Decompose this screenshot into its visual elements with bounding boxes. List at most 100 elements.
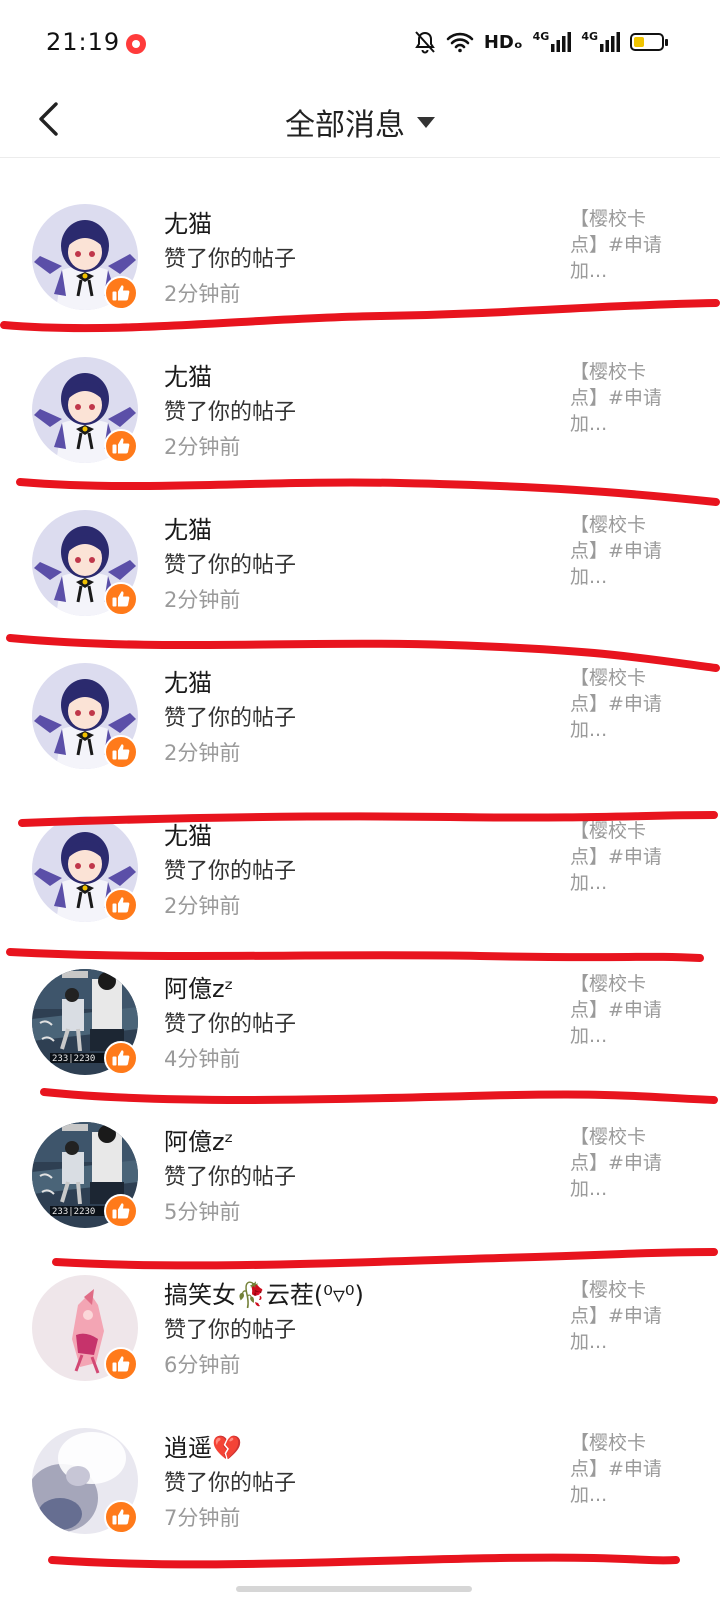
notification-row[interactable]: 尢猫赞了你的帖子 2分钟前 【樱校卡点】#申请加...	[0, 786, 720, 939]
like-badge	[104, 888, 138, 922]
post-preview-line: 加...	[570, 260, 608, 282]
timestamp: 6分钟前	[164, 1353, 241, 1377]
message-filter-dropdown[interactable]: 全部消息	[0, 86, 720, 158]
battery-level	[634, 37, 644, 47]
notification-row[interactable]: 233|2230 阿億zᶻ 赞了你的帖子 5分钟前 【樱校卡 点】#申请 加...	[0, 1092, 720, 1245]
thumbs-up-icon	[112, 1356, 130, 1372]
post-preview-line: 【樱校卡	[570, 1432, 647, 1454]
timestamp: 2分钟前	[164, 282, 241, 306]
home-indicator[interactable]	[236, 1586, 472, 1592]
user-name[interactable]: 逍遥💔	[164, 1428, 242, 1463]
net-type-label: 4G	[532, 29, 550, 43]
thumbs-up-icon	[112, 1203, 130, 1219]
post-preview[interactable]: 【樱校卡 点】#申请 加...	[570, 971, 670, 1049]
notification-list: 尢猫 赞了你的帖子 2分钟前 【樱校卡 点】#申请 加... 尢猫 赞了你的帖子 2分钟前 【樱校…	[0, 174, 720, 1551]
post-preview-line: 加...	[570, 1025, 608, 1047]
hd-icon: HDₒ	[483, 31, 523, 53]
user-name[interactable]: 阿億zᶻ	[164, 1122, 233, 1157]
timestamp: 7分钟前	[164, 1506, 241, 1530]
post-preview-line: 加...	[570, 719, 608, 741]
page-title: 全部消息	[285, 108, 405, 143]
action-text: 赞了你的帖子	[164, 553, 297, 578]
thumbs-up-icon	[112, 1509, 130, 1525]
post-preview[interactable]: 【樱校卡点】#申请加...	[570, 1430, 670, 1508]
like-badge	[104, 582, 138, 616]
action-text: 赞了你的帖子	[164, 1471, 297, 1496]
post-preview-line: 点】#申请	[570, 1458, 662, 1480]
user-name[interactable]: 尢猫	[164, 357, 212, 392]
timestamp: 2分钟前	[164, 435, 241, 459]
post-preview-line: 点】#申请	[570, 693, 662, 715]
caret-down-icon	[417, 116, 435, 128]
post-preview-line: 【樱校卡	[570, 1126, 647, 1148]
net-type-label: 4G	[581, 29, 598, 43]
mute-bell-icon	[414, 28, 436, 56]
signal-icon: 4G	[533, 28, 572, 56]
user-name[interactable]: 尢猫	[164, 204, 212, 239]
action-text: 赞了你的帖子	[164, 859, 297, 884]
post-preview-line: 点】#申请	[570, 234, 662, 256]
nav-bar: 全部消息	[0, 86, 720, 158]
post-preview[interactable]: 【樱校卡 点】#申请 加...	[570, 1277, 670, 1355]
post-preview[interactable]: 【樱校卡 点】#申请 加...	[570, 512, 670, 590]
post-preview-line: 加...	[570, 1484, 608, 1506]
post-preview-line: 点】#申请	[570, 999, 662, 1021]
action-text: 赞了你的帖子	[164, 1318, 297, 1343]
user-name[interactable]: 搞笑女🥀云茬(⁰▿⁰)	[164, 1275, 364, 1310]
notification-row[interactable]: 233|2230 阿億zᶻ 赞了你的帖子 4分钟前 【樱校卡 点】#申请 加...	[0, 939, 720, 1092]
post-preview-line: 点】#申请	[570, 540, 662, 562]
post-preview-line: 【樱校卡	[570, 1279, 647, 1301]
status-icons: HDₒ 4G 4G	[414, 28, 668, 56]
thumbs-up-icon	[112, 285, 130, 301]
timestamp: 4分钟前	[164, 1047, 241, 1071]
post-preview-line: 点】#申请	[570, 1152, 662, 1174]
battery-icon	[630, 33, 668, 51]
post-preview-line: 点】#申请	[570, 387, 662, 409]
red-mark	[48, 1553, 680, 1569]
status-bar: 21:19 HDₒ 4G 4G	[0, 0, 720, 86]
wifi-icon	[446, 28, 474, 56]
like-badge	[104, 1500, 138, 1534]
post-preview-line: 【樱校卡	[570, 208, 647, 230]
timestamp: 2分钟前	[164, 894, 241, 918]
user-name[interactable]: 尢猫	[164, 510, 212, 545]
record-icon	[126, 34, 146, 54]
like-badge	[104, 429, 138, 463]
user-name[interactable]: 阿億zᶻ	[164, 969, 233, 1004]
notification-row[interactable]: 尢猫赞了你的帖子 2分钟前 【樱校卡点】#申请加...	[0, 633, 720, 786]
notification-row[interactable]: 逍遥💔 赞了你的帖子 7分钟前 【樱校卡点】#申请加...	[0, 1398, 720, 1551]
post-preview-line: 加...	[570, 413, 608, 435]
post-preview[interactable]: 【樱校卡点】#申请加...	[570, 206, 670, 284]
user-name[interactable]: 尢猫	[164, 663, 212, 698]
action-text: 赞了你的帖子	[164, 400, 297, 425]
action-text: 赞了你的帖子	[164, 706, 297, 731]
post-preview-line: 【樱校卡	[570, 820, 647, 842]
like-badge	[104, 1347, 138, 1381]
post-preview-line: 加...	[570, 1178, 608, 1200]
thumbs-up-icon	[112, 1050, 130, 1066]
notification-row[interactable]: 搞笑女🥀云茬(⁰▿⁰) 赞了你的帖子 6分钟前 【樱校卡 点】#申请 加...	[0, 1245, 720, 1398]
post-preview-line: 加...	[570, 872, 608, 894]
status-time: 21:19	[46, 28, 121, 56]
post-preview[interactable]: 【樱校卡点】#申请加...	[570, 818, 670, 896]
notification-row[interactable]: 尢猫 赞了你的帖子 2分钟前 【樱校卡 点】#申请 加...	[0, 174, 720, 327]
like-badge	[104, 735, 138, 769]
notification-row[interactable]: 尢猫 赞了你的帖子 2分钟前 【樱校卡 点】#申请 加...	[0, 327, 720, 480]
post-preview-line: 点】#申请	[570, 846, 662, 868]
thumbs-up-icon	[112, 744, 130, 760]
thumbs-up-icon	[112, 591, 130, 607]
post-preview[interactable]: 【樱校卡点】#申请加...	[570, 665, 670, 743]
like-badge	[104, 1194, 138, 1228]
notification-row[interactable]: 尢猫 赞了你的帖子 2分钟前 【樱校卡 点】#申请 加...	[0, 480, 720, 633]
action-text: 赞了你的帖子	[164, 1012, 297, 1037]
post-preview[interactable]: 【樱校卡 点】#申请 加...	[570, 359, 670, 437]
like-badge	[104, 276, 138, 310]
back-button[interactable]	[28, 94, 68, 144]
post-preview-line: 【樱校卡	[570, 514, 647, 536]
like-badge	[104, 1041, 138, 1075]
post-preview-line: 【樱校卡	[570, 667, 647, 689]
timestamp: 2分钟前	[164, 741, 241, 765]
user-name[interactable]: 尢猫	[164, 816, 212, 851]
post-preview[interactable]: 【樱校卡点】#申请加...	[570, 1124, 670, 1202]
timestamp: 2分钟前	[164, 588, 241, 612]
